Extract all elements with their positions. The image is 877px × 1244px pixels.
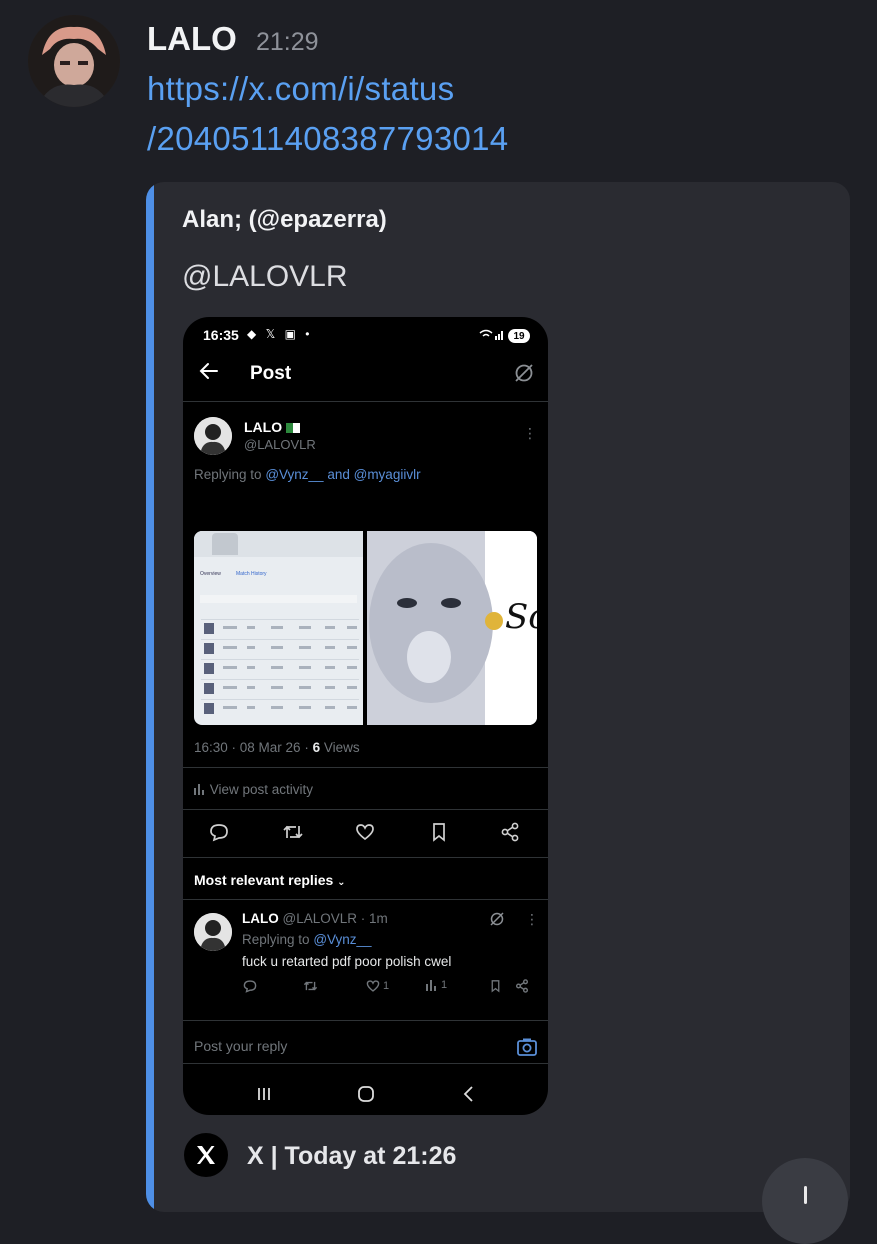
flag-icon <box>286 423 301 434</box>
stats-tab-match-history: Match History <box>236 571 267 577</box>
reply-box-top-divider <box>183 1020 548 1021</box>
reply-box-bottom-divider <box>183 1063 548 1064</box>
reply-avatar[interactable] <box>194 913 232 951</box>
post-header-title: Post <box>250 363 292 384</box>
back-arrow-icon[interactable] <box>199 361 219 386</box>
home-icon[interactable] <box>357 1085 375 1108</box>
camera-icon[interactable] <box>516 1037 538 1062</box>
replying-user-link[interactable]: @myagiivlr <box>354 467 421 482</box>
status-bar-icons: ◆ 𝕏 ▣ • <box>247 327 313 341</box>
embed-description: @LALOVLR <box>182 260 348 293</box>
more-options-icon[interactable]: ⋮ <box>523 425 537 442</box>
jump-to-present-button[interactable] <box>762 1158 848 1244</box>
share-icon[interactable] <box>500 822 520 847</box>
message-timestamp: 21:29 <box>256 28 319 56</box>
status-bar-time: 16:35 <box>203 327 239 343</box>
reply-replying-to: Replying to @Vynz__ <box>242 932 372 947</box>
android-nav-bar <box>183 1077 548 1115</box>
reply-more-icon[interactable]: ⋮ <box>525 911 539 928</box>
like-icon[interactable] <box>355 822 375 847</box>
x-logo-icon <box>184 1133 228 1177</box>
post-image-stats[interactable]: Overview Match History <box>194 531 363 725</box>
back-nav-icon[interactable] <box>461 1085 475 1108</box>
post-avatar[interactable] <box>194 417 232 455</box>
meme-caption: Son <box>505 597 537 637</box>
reply-views-button[interactable]: 1 <box>426 979 447 991</box>
reply-grok-icon[interactable] <box>489 911 505 932</box>
recents-icon[interactable] <box>255 1085 273 1108</box>
meta-divider <box>183 767 548 768</box>
message-link-line2[interactable]: /2040511408387793014 <box>147 120 508 158</box>
post-replying-to: Replying to @Vynz__ and @myagiivlr <box>194 467 421 482</box>
post-meta: 16:30 · 08 Mar 26 · 6 Views <box>194 740 360 755</box>
bookmark-icon[interactable] <box>429 822 449 847</box>
post-author-name[interactable]: LALO <box>244 419 301 435</box>
message-link-line1[interactable]: https://x.com/i/status <box>147 70 454 108</box>
embed-image-screenshot[interactable]: 16:35 ◆ 𝕏 ▣ • 19 Post LALO @LALOVLR ⋮ Re… <box>183 317 548 1115</box>
reply-text: fuck u retarted pdf poor polish cwel <box>242 954 452 969</box>
embed-accent-bar <box>146 182 154 1212</box>
post-author-handle[interactable]: @LALOVLR <box>244 437 316 452</box>
reply-input[interactable]: Post your reply <box>194 1038 287 1054</box>
grok-icon[interactable] <box>513 362 535 389</box>
repost-icon[interactable] <box>282 822 304 847</box>
activity-divider <box>183 809 548 810</box>
message-author[interactable]: LALO <box>147 20 237 58</box>
reply-action-bar: 1 1 <box>183 979 548 999</box>
embed-author[interactable]: Alan; (@epazerra) <box>182 206 387 234</box>
author-avatar[interactable] <box>28 15 120 107</box>
embed-footer: X | Today at 21:26 <box>247 1142 457 1170</box>
replying-user-link[interactable]: @Vynz__ <box>265 467 323 482</box>
battery-indicator: 19 <box>508 329 530 343</box>
actions-divider <box>183 857 548 858</box>
reply-icon[interactable] <box>209 822 229 847</box>
post-action-bar <box>183 822 548 852</box>
reply-bookmark-icon[interactable] <box>489 979 502 993</box>
header-divider <box>183 401 548 402</box>
stats-tab-overview: Overview <box>200 571 221 577</box>
replies-sort-dropdown[interactable]: Most relevant replies ⌄ <box>194 872 346 888</box>
post-image-meme[interactable]: Son <box>367 531 537 725</box>
view-post-activity-link[interactable]: View post activity <box>194 782 313 797</box>
reply-repost-icon[interactable] <box>303 979 318 993</box>
replies-divider <box>183 899 548 900</box>
reply-author[interactable]: LALO @LALOVLR · 1m <box>242 911 388 926</box>
reply-like-button[interactable]: 1 <box>366 979 389 993</box>
reply-share-icon[interactable] <box>515 979 529 993</box>
arrow-down-icon <box>803 1186 807 1204</box>
chevron-down-icon: ⌄ <box>337 877 346 888</box>
reply-reply-icon[interactable] <box>243 979 257 993</box>
wifi-signal-icon <box>479 328 505 343</box>
